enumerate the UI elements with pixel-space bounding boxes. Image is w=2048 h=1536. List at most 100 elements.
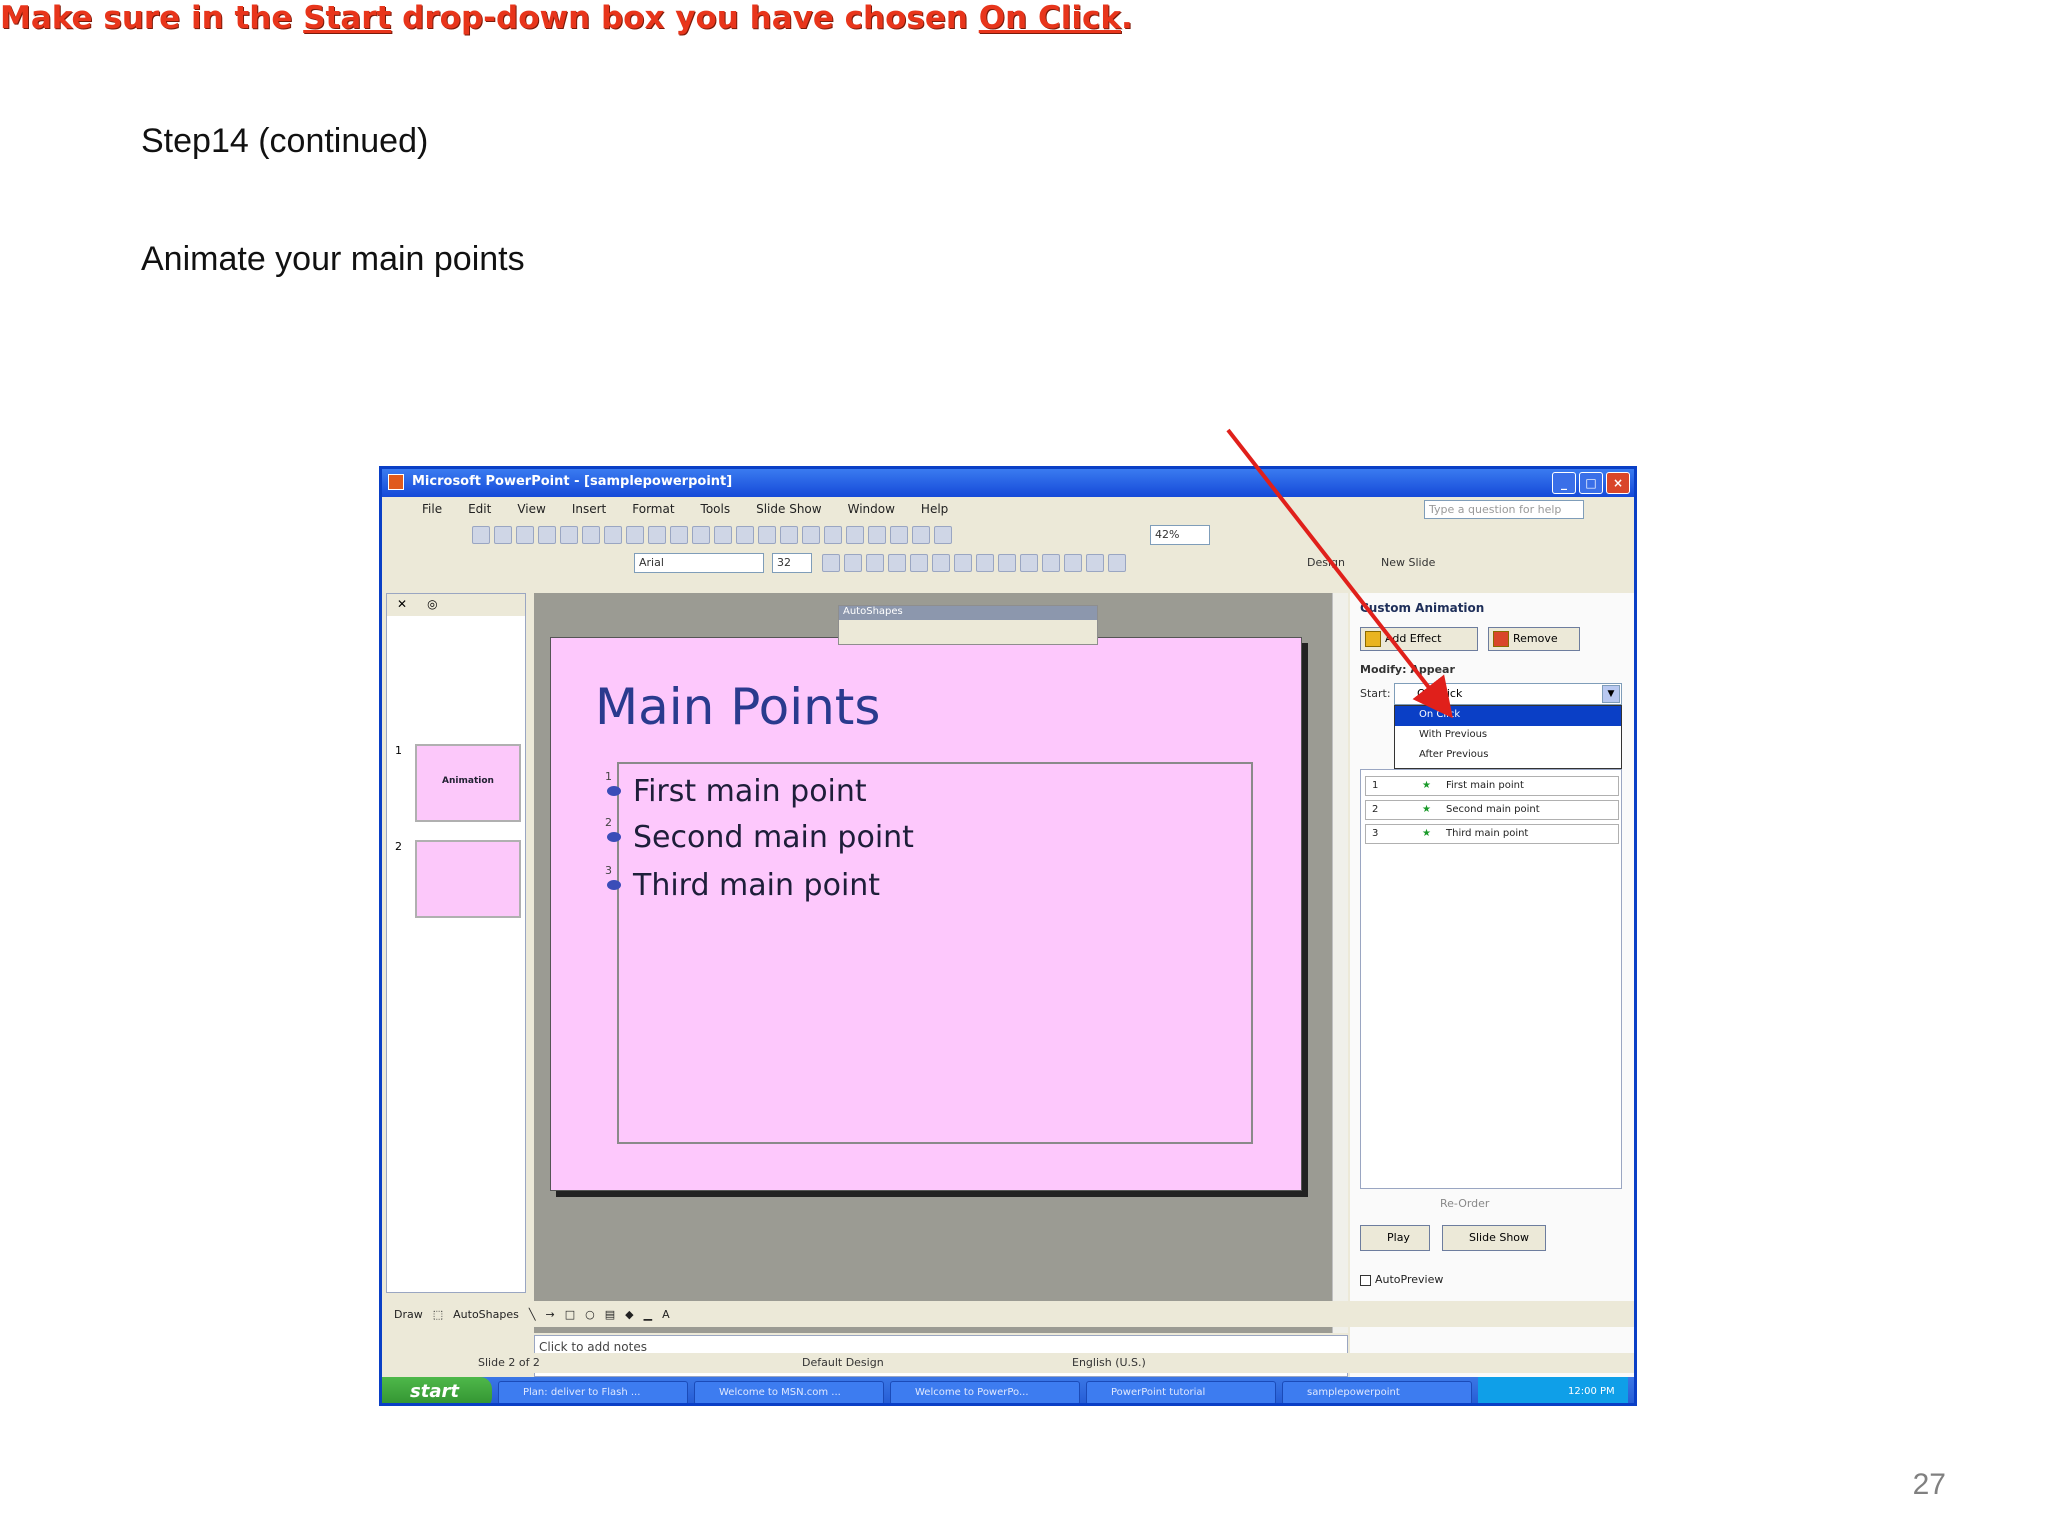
shadow-icon[interactable] <box>888 554 906 572</box>
taskbar-item[interactable]: Welcome to MSN.com ... <box>694 1381 884 1403</box>
menu-help[interactable]: Help <box>921 502 948 516</box>
slide-thumbnail-1[interactable]: Animation <box>415 744 521 822</box>
bullet-item[interactable]: 1 First main point <box>605 770 867 809</box>
start-button[interactable]: start <box>382 1377 492 1403</box>
menu-insert[interactable]: Insert <box>572 502 606 516</box>
undo-icon[interactable] <box>736 526 754 544</box>
color-grayscale-icon[interactable] <box>934 526 952 544</box>
increase-indent-icon[interactable] <box>1086 554 1104 572</box>
menu-window[interactable]: Window <box>848 502 895 516</box>
start-dropdown[interactable]: On Click ▼ <box>1394 683 1622 705</box>
minimize-button[interactable]: _ <box>1552 472 1576 494</box>
autoshapes-menu[interactable]: AutoShapes <box>453 1308 519 1321</box>
open-icon[interactable] <box>494 526 512 544</box>
taskbar-item[interactable]: Plan: deliver to Flash ... <box>498 1381 688 1403</box>
menu-file[interactable]: File <box>422 502 442 516</box>
chevron-down-icon[interactable]: ▼ <box>1602 685 1620 703</box>
slide-thumbnail-2[interactable] <box>415 840 521 918</box>
remove-button[interactable]: Remove <box>1488 627 1580 651</box>
italic-icon[interactable] <box>844 554 862 572</box>
draw-menu[interactable]: Draw <box>394 1308 423 1321</box>
menu-edit[interactable]: Edit <box>468 502 491 516</box>
expand-icon[interactable] <box>868 526 886 544</box>
numbering-icon[interactable] <box>976 554 994 572</box>
grid-icon[interactable] <box>912 526 930 544</box>
hyperlink-icon[interactable] <box>846 526 864 544</box>
powerpoint-app-icon <box>388 474 404 490</box>
taskbar-item[interactable]: PowerPoint tutorial <box>1086 1381 1276 1403</box>
bullet-item[interactable]: 3 Third main point <box>605 864 880 903</box>
bullet-item[interactable]: 2 Second main point <box>605 816 914 855</box>
font-name-select[interactable]: Arial <box>634 553 764 573</box>
rectangle-icon[interactable]: □ <box>565 1308 575 1321</box>
option-after-previous[interactable]: After Previous <box>1395 746 1621 766</box>
status-design: Default Design <box>802 1356 884 1369</box>
fill-color-icon[interactable]: ◆ <box>625 1308 633 1321</box>
list-item[interactable]: 2 ★ Second main point <box>1365 800 1619 820</box>
show-formatting-icon[interactable] <box>890 526 908 544</box>
font-color-icon[interactable] <box>1108 554 1126 572</box>
chart-icon[interactable] <box>780 526 798 544</box>
close-button[interactable]: × <box>1606 472 1630 494</box>
align-right-icon[interactable] <box>954 554 972 572</box>
taskbar-item[interactable]: Welcome to PowerPo... <box>890 1381 1080 1403</box>
new-slide-button[interactable]: New Slide <box>1376 553 1456 573</box>
format-painter-icon[interactable] <box>714 526 732 544</box>
slide-show-button[interactable]: Slide Show <box>1442 1225 1546 1251</box>
list-item[interactable]: 1 ★ First main point <box>1365 776 1619 796</box>
menu-tools[interactable]: Tools <box>701 502 731 516</box>
spelling-icon[interactable] <box>626 526 644 544</box>
copy-icon[interactable] <box>670 526 688 544</box>
font-color-icon[interactable]: A <box>662 1308 670 1321</box>
paste-icon[interactable] <box>692 526 710 544</box>
textbox-icon[interactable]: ▤ <box>605 1308 615 1321</box>
select-objects-icon[interactable]: ⬚ <box>433 1308 443 1321</box>
line-color-icon[interactable]: ▁ <box>644 1308 652 1321</box>
line-icon[interactable]: ╲ <box>529 1308 536 1321</box>
option-with-previous[interactable]: With Previous <box>1395 726 1621 746</box>
option-on-click[interactable]: On Click <box>1395 706 1621 726</box>
slide-title[interactable]: Main Points <box>595 678 880 736</box>
checkbox-icon[interactable] <box>1360 1274 1371 1286</box>
oval-icon[interactable]: ○ <box>585 1308 595 1321</box>
email-icon[interactable] <box>560 526 578 544</box>
taskbar-item[interactable]: samplepowerpoint <box>1282 1381 1472 1403</box>
add-effect-button[interactable]: Add Effect <box>1360 627 1478 651</box>
menu-slide-show[interactable]: Slide Show <box>756 502 821 516</box>
current-slide[interactable]: Main Points 1 First main point 2 Second … <box>550 637 1302 1191</box>
body-placeholder[interactable]: 1 First main point 2 Second main point 3… <box>605 762 1253 1144</box>
tab-slides[interactable]: ◎ <box>427 597 437 613</box>
play-button[interactable]: Play <box>1360 1225 1430 1251</box>
increase-font-icon[interactable] <box>1020 554 1038 572</box>
save-icon[interactable] <box>516 526 534 544</box>
align-center-icon[interactable] <box>932 554 950 572</box>
arrow-icon[interactable]: → <box>545 1308 554 1321</box>
list-item[interactable]: 3 ★ Third main point <box>1365 824 1619 844</box>
vertical-scrollbar[interactable] <box>1332 593 1348 1333</box>
redo-icon[interactable] <box>758 526 776 544</box>
menu-format[interactable]: Format <box>632 502 674 516</box>
table-icon[interactable] <box>802 526 820 544</box>
design-button[interactable]: Design <box>1302 553 1368 573</box>
reorder-label[interactable]: Re-Order <box>1440 1197 1489 1210</box>
bold-icon[interactable] <box>822 554 840 572</box>
menu-view[interactable]: View <box>517 502 545 516</box>
maximize-button[interactable]: □ <box>1579 472 1603 494</box>
autoshapes-toolbar[interactable]: AutoShapes <box>838 605 1098 645</box>
new-icon[interactable] <box>472 526 490 544</box>
print-preview-icon[interactable] <box>604 526 622 544</box>
decrease-font-icon[interactable] <box>1042 554 1060 572</box>
print-icon[interactable] <box>582 526 600 544</box>
permission-icon[interactable] <box>538 526 556 544</box>
underline-icon[interactable] <box>866 554 884 572</box>
tab-outline[interactable]: ✕ <box>397 597 407 613</box>
tables-borders-icon[interactable] <box>824 526 842 544</box>
autopreview-checkbox[interactable]: AutoPreview <box>1360 1273 1443 1286</box>
cut-icon[interactable] <box>648 526 666 544</box>
font-size-select[interactable]: 32 <box>772 553 812 573</box>
help-search-input[interactable]: Type a question for help <box>1424 500 1584 519</box>
decrease-indent-icon[interactable] <box>1064 554 1082 572</box>
bullets-icon[interactable] <box>998 554 1016 572</box>
align-left-icon[interactable] <box>910 554 928 572</box>
zoom-select[interactable]: 42% <box>1150 525 1210 545</box>
